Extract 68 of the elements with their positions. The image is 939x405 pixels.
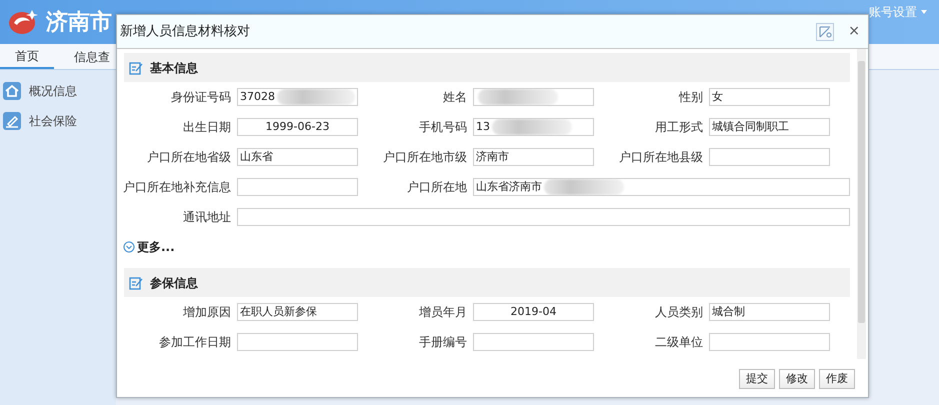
field-label: 手册编号: [418, 334, 467, 351]
field-value: 济南市: [476, 149, 509, 165]
field-label: 户口所在地: [406, 179, 467, 196]
text-field[interactable]: 济南市: [473, 148, 594, 166]
edit-icon: [129, 276, 143, 290]
nav-tab[interactable]: 信息查: [54, 44, 122, 69]
text-field[interactable]: 37028: [237, 88, 358, 106]
field-label: 户口所在地市级: [382, 149, 467, 166]
dialog-button[interactable]: 提交: [739, 369, 775, 389]
pen-icon: [3, 112, 21, 130]
text-field[interactable]: [473, 88, 594, 106]
caret-icon: [921, 10, 927, 14]
text-field[interactable]: [709, 333, 830, 351]
field-value: 37028: [240, 89, 275, 105]
field-label: 出生日期: [182, 119, 231, 136]
field-label: 参加工作日期: [158, 334, 231, 351]
text-field[interactable]: [709, 148, 830, 166]
field-value: 13: [476, 119, 490, 135]
text-field[interactable]: 山东省: [237, 148, 358, 166]
sidebar-item[interactable]: 概况信息: [3, 80, 116, 102]
text-field[interactable]: 2019-04: [473, 303, 594, 321]
field-label: 性别: [678, 89, 703, 106]
field-label: 人员类别: [654, 304, 703, 321]
field-label: 二级单位: [654, 334, 703, 351]
field-label: 身份证号码: [170, 89, 231, 106]
field-label: 增加原因: [182, 304, 231, 321]
field-label: 增员年月: [418, 304, 467, 321]
field-label: 户口所在地县级: [618, 149, 703, 166]
text-field[interactable]: [473, 333, 594, 351]
more-link[interactable]: 更多...: [123, 238, 175, 256]
scrollbar[interactable]: [857, 49, 866, 359]
edit-icon: [129, 60, 143, 74]
field-value: 在职人员新参保: [240, 304, 317, 320]
dialog-button[interactable]: 修改: [779, 369, 815, 389]
dialog-title: 新增人员信息材料核对: [120, 22, 250, 41]
resize-icon[interactable]: [816, 22, 834, 40]
field-value: 女: [712, 89, 723, 105]
dialog-button[interactable]: 作废: [819, 369, 855, 389]
field-value: 1999-06-23: [264, 119, 330, 135]
field-value: 山东省济南市: [476, 179, 542, 195]
app-title: 济南市: [46, 8, 112, 36]
text-field[interactable]: 在职人员新参保: [237, 303, 358, 321]
section-title: 基本信息: [150, 60, 198, 76]
text-field[interactable]: 1999-06-23: [237, 118, 358, 136]
text-field[interactable]: [237, 208, 850, 226]
field-label: 姓名: [442, 89, 467, 106]
text-field[interactable]: 城镇合同制职工: [709, 118, 830, 136]
field-value: 2019-04: [510, 304, 558, 320]
text-field[interactable]: 山东省济南市: [473, 178, 850, 196]
logo-icon: [8, 8, 38, 36]
field-label: 用工形式: [654, 119, 703, 136]
field-value: 城合制: [712, 304, 745, 320]
text-field[interactable]: [237, 333, 358, 351]
home-icon: [3, 82, 21, 100]
field-value: 城镇合同制职工: [712, 119, 789, 135]
chevron-down-icon: [123, 241, 135, 253]
close-button[interactable]: ×: [848, 21, 860, 42]
text-field[interactable]: [237, 178, 358, 196]
field-label: 户口所在地省级: [146, 149, 231, 166]
text-field[interactable]: 城合制: [709, 303, 830, 321]
sidebar-item[interactable]: 社会保险: [3, 110, 116, 132]
field-label: 通讯地址: [182, 209, 231, 226]
section-title: 参保信息: [150, 274, 198, 292]
text-field[interactable]: 女: [709, 88, 830, 106]
field-label: 手机号码: [418, 119, 467, 136]
field-value: 山东省: [240, 149, 273, 165]
field-label: 户口所在地补充信息: [122, 179, 231, 196]
text-field[interactable]: 13: [473, 118, 594, 136]
